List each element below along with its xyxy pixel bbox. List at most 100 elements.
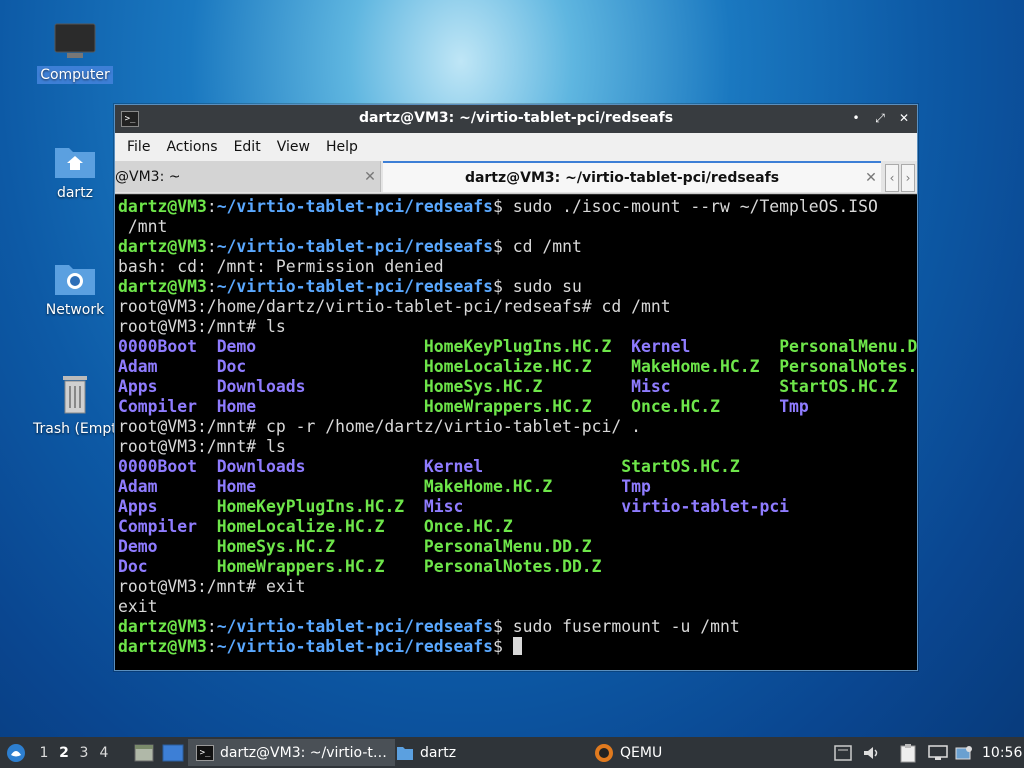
prompt-symbol: $	[493, 617, 503, 636]
output-text: exit	[118, 597, 158, 616]
ls-file: PersonalMenu.DD.Z	[423, 537, 622, 556]
tray-updates[interactable]	[955, 737, 973, 768]
terminal-line: 0000Boot Downloads Kernel StartOS.HC.Z	[118, 457, 917, 477]
menu-view[interactable]: View	[269, 139, 318, 155]
ls-file: HomeWrappers.HC.Z	[423, 397, 632, 416]
prompt-user: dartz@VM3	[118, 637, 207, 656]
terminal-line: Compiler HomeLocalize.HC.Z Once.HC.Z	[118, 517, 917, 537]
terminal-output[interactable]: dartz@VM3:~/virtio-tablet-pci/redseafs$ …	[115, 195, 917, 670]
tray-network[interactable]	[928, 737, 948, 768]
clock[interactable]: 10:56	[982, 737, 1022, 768]
text-cursor	[512, 637, 522, 655]
prompt-separator: :	[206, 277, 217, 296]
command-text: cd /mnt	[502, 237, 582, 256]
terminal-line: dartz@VM3:~/virtio-tablet-pci/redseafs$	[118, 637, 917, 657]
window-icon	[162, 744, 184, 761]
ls-directory: Apps	[118, 377, 217, 396]
tray-notifications[interactable]	[834, 737, 852, 768]
qemu-icon	[595, 743, 613, 762]
whisker-menu-button[interactable]	[4, 737, 28, 768]
task-qemu[interactable]: QEMU	[586, 739, 670, 766]
ls-file: StartOS.HC.Z	[621, 457, 740, 476]
prompt-path: ~/virtio-tablet-pci/redseafs	[216, 197, 493, 216]
ls-directory: Home	[216, 397, 424, 416]
task-label: dartz	[420, 744, 457, 761]
terminal-line: root@VM3:/home/dartz/virtio-tablet-pci/r…	[118, 297, 917, 317]
ls-directory: Misc	[631, 377, 780, 396]
tab-close-icon[interactable]: ✕	[360, 169, 380, 185]
output-text: root@VM3:/mnt# exit	[118, 577, 306, 596]
desktop-icon-computer[interactable]: Computer	[30, 22, 120, 84]
computer-icon	[54, 23, 96, 58]
tab-scroll-left-icon[interactable]: ‹	[885, 164, 899, 192]
workspace-1[interactable]: 1	[34, 745, 54, 761]
task-file-manager[interactable]: dartz	[388, 739, 464, 766]
command-text: sudo ./isoc-mount --rw ~/TempleOS.ISO	[502, 197, 878, 216]
tray-volume[interactable]	[862, 737, 880, 768]
tab-redseafs[interactable]: dartz@VM3: ~/virtio-tablet-pci/redseafs …	[383, 161, 881, 192]
output-text: root@VM3:/home/dartz/virtio-tablet-pci/r…	[118, 297, 671, 316]
volume-icon	[864, 746, 878, 759]
output-text: root@VM3:/mnt# cp -r /home/dartz/virtio-…	[118, 417, 642, 436]
terminal-lines: dartz@VM3:~/virtio-tablet-pci/redseafs$ …	[115, 195, 917, 657]
terminal-line: Compiler Home HomeWrappers.HC.Z Once.HC.…	[118, 397, 917, 417]
ls-file: HomeLocalize.HC.Z	[216, 517, 424, 536]
output-text: root@VM3:/mnt# ls	[118, 437, 286, 456]
ls-directory: Downloads	[216, 377, 424, 396]
terminal-line: Apps Downloads HomeSys.HC.Z Misc StartOS…	[118, 377, 917, 397]
prompt-path: ~/virtio-tablet-pci/redseafs	[216, 617, 493, 636]
ls-directory: Downloads	[216, 457, 424, 476]
menu-file[interactable]: File	[119, 139, 158, 155]
prompt-separator: :	[206, 237, 217, 256]
workspace-2[interactable]: 2	[54, 745, 74, 761]
terminal-line: Demo HomeSys.HC.Z PersonalMenu.DD.Z	[118, 537, 917, 557]
tab-scroll-right-icon[interactable]: ›	[901, 164, 915, 192]
maximize-icon[interactable]: ⤢	[871, 109, 889, 127]
prompt-symbol: $	[493, 237, 503, 256]
prompt-separator: :	[206, 637, 217, 656]
launcher-window-button[interactable]	[162, 737, 184, 768]
tab-home[interactable]: @VM3: ~ ✕	[115, 161, 381, 192]
ls-file: PersonalNotes.DD.Z	[779, 357, 917, 376]
prompt-symbol: $	[493, 197, 503, 216]
command-text: sudo su	[502, 277, 582, 296]
tab-close-icon[interactable]: ✕	[861, 170, 881, 186]
workspace-3[interactable]: 3	[74, 745, 94, 761]
desktop-icon-trash[interactable]: Trash (Empty)	[30, 372, 131, 438]
terminal-line: Adam Doc HomeLocalize.HC.Z MakeHome.HC.Z…	[118, 357, 917, 377]
notification-icon	[834, 744, 852, 761]
ls-directory: Kernel	[631, 337, 780, 356]
window-title: dartz@VM3: ~/virtio-tablet-pci/redseafs	[358, 110, 674, 126]
menu-edit[interactable]: Edit	[226, 139, 269, 155]
show-desktop-icon	[134, 744, 154, 761]
ls-file: PersonalNotes.DD.Z	[423, 557, 622, 576]
terminal-line: 0000Boot Demo HomeKeyPlugIns.HC.Z Kernel…	[118, 337, 917, 357]
menu-help[interactable]: Help	[318, 139, 366, 155]
desktop-icon-network[interactable]: Network	[30, 257, 120, 319]
task-terminal[interactable]: >_ dartz@VM3: ~/virtio-t…	[188, 739, 395, 766]
menubar: File Actions Edit View Help	[115, 133, 917, 161]
workspace-switcher: 1 2 3 4	[34, 737, 114, 768]
terminal-line: Adam Home MakeHome.HC.Z Tmp	[118, 477, 917, 497]
workspace-4[interactable]: 4	[94, 745, 114, 761]
ls-file: StartOS.HC.Z	[779, 377, 898, 396]
prompt-symbol: $	[493, 277, 503, 296]
tray-clipboard[interactable]	[900, 737, 916, 768]
app-menu-icon	[7, 743, 25, 762]
tab-label: @VM3: ~	[115, 168, 181, 185]
minimize-icon[interactable]: •	[847, 109, 865, 127]
ls-file: HomeKeyPlugIns.HC.Z	[216, 497, 424, 516]
terminal-line: /mnt	[118, 217, 917, 237]
desktop-icon-home-folder[interactable]: dartz	[30, 140, 120, 202]
menu-actions[interactable]: Actions	[158, 139, 225, 155]
prompt-symbol: $	[493, 637, 503, 656]
ls-file: HomeWrappers.HC.Z	[216, 557, 424, 576]
show-desktop-button[interactable]	[134, 737, 154, 768]
ls-directory: 0000Boot	[118, 337, 217, 356]
close-icon[interactable]: ✕	[895, 109, 913, 127]
ls-file: MakeHome.HC.Z	[631, 357, 780, 376]
window-titlebar[interactable]: >_ dartz@VM3: ~/virtio-tablet-pci/redsea…	[115, 105, 917, 133]
prompt-user: dartz@VM3	[118, 197, 207, 216]
updates-icon	[955, 745, 972, 759]
ls-directory: Apps	[118, 497, 217, 516]
